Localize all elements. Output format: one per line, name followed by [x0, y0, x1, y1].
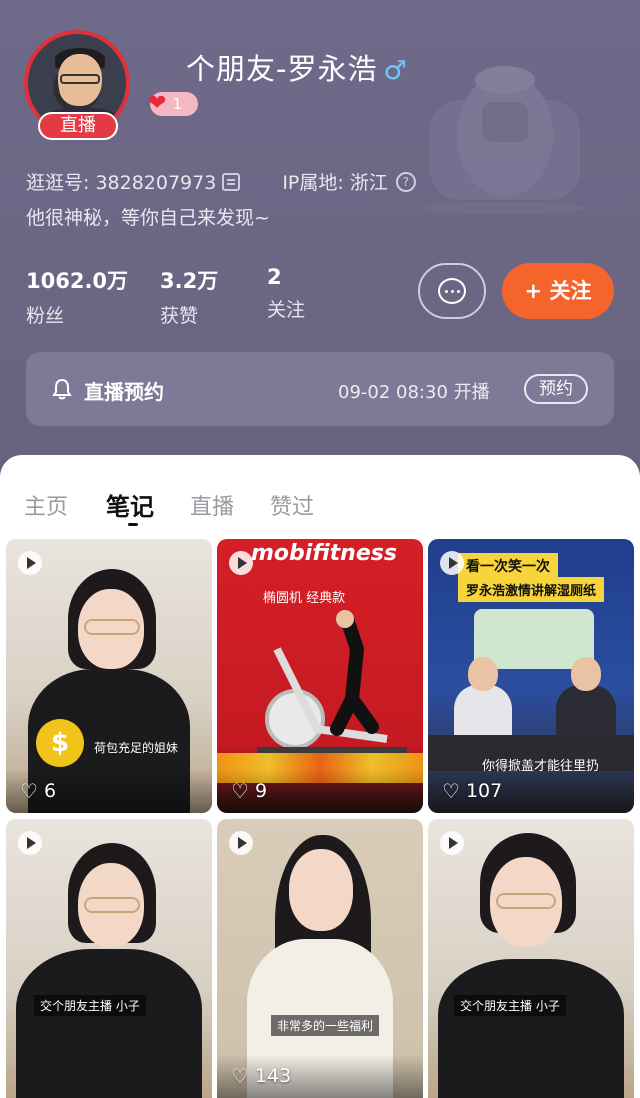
post-card-4[interactable]: 交个朋友主播 小子 — [6, 819, 212, 1098]
stat-label: 获赞 — [160, 305, 199, 327]
post-like-count: ♡ 6 — [20, 779, 57, 803]
live-badge[interactable]: 直播 — [38, 112, 118, 140]
post-headline-1: 看一次笑一次 — [458, 553, 558, 579]
coin-icon: $ — [36, 719, 84, 767]
like-badge-count: 1 — [172, 95, 182, 113]
bell-icon — [52, 378, 72, 400]
user-id: 逛逛号: 3828207973 — [26, 172, 217, 194]
video-play-icon — [229, 551, 253, 575]
heart-icon: ❤ — [148, 91, 167, 116]
live-reservation-title: 直播预约 — [84, 380, 164, 404]
tab-home[interactable]: 主页 — [24, 489, 68, 521]
post-card-6[interactable]: 交个朋友主播 小子 — [428, 819, 634, 1098]
copy-icon[interactable] — [222, 172, 241, 191]
stat-likes[interactable]: 3.2万 获赞 — [160, 265, 218, 328]
stat-value: 2 — [267, 265, 282, 289]
message-button[interactable] — [418, 263, 486, 319]
post-like-count: ♡ 107 — [442, 779, 503, 803]
post-figure — [6, 819, 212, 1098]
like-badge[interactable]: ❤ 1 — [148, 91, 198, 116]
stat-label: 关注 — [267, 299, 306, 321]
mascot-illustration — [425, 66, 585, 214]
tab-live[interactable]: 直播 — [190, 489, 234, 521]
heart-outline-icon: ♡ — [231, 779, 249, 803]
content-panel: 主页 笔记 直播 赞过 $ 荷包充足的姐妹 ♡ 6 mobifitness 椭圆机… — [0, 455, 640, 1098]
profile-bio: 他很神秘，等你自己来发现~ — [26, 207, 270, 229]
username: 个朋友-罗永浩 ♂ — [186, 46, 408, 88]
profile-id-row: 逛逛号: 3828207973 IP属地: 浙江 ? — [26, 168, 416, 195]
live-reservation-time: 09-02 08:30 开播 — [338, 382, 490, 403]
stat-label: 粉丝 — [26, 305, 65, 327]
post-like-count: ♡ 9 — [231, 779, 268, 803]
video-play-icon — [440, 831, 464, 855]
chat-bubble-icon — [438, 278, 466, 304]
tab-liked[interactable]: 赞过 — [270, 489, 314, 521]
profile-avatar[interactable]: 直播 — [24, 30, 130, 140]
heart-outline-icon: ♡ — [442, 779, 460, 803]
post-caption: 非常多的一些福利 — [271, 1015, 380, 1036]
heart-outline-icon: ♡ — [231, 1064, 249, 1088]
post-brand: mobifitness — [251, 541, 397, 566]
post-caption: 交个朋友主播 小子 — [34, 995, 146, 1016]
live-reservation-card[interactable]: 直播预约 09-02 08:30 开播 预约 — [26, 352, 614, 426]
profile-tabs: 主页 笔记 直播 赞过 — [0, 455, 640, 533]
post-card-1[interactable]: $ 荷包充足的姐妹 ♡ 6 — [6, 539, 212, 813]
post-caption: 交个朋友主播 小子 — [454, 995, 566, 1016]
post-figure — [428, 819, 634, 1098]
video-play-icon — [440, 551, 464, 575]
video-play-icon — [18, 831, 42, 855]
stat-value: 3.2万 — [160, 269, 219, 293]
stat-followers[interactable]: 1062.0万 粉丝 — [26, 265, 128, 328]
video-play-icon — [18, 551, 42, 575]
tab-notes[interactable]: 笔记 — [106, 487, 154, 522]
post-card-2[interactable]: mobifitness 椭圆机 经典款 ♡ 9 — [217, 539, 423, 813]
ip-location: IP属地: 浙江 — [282, 172, 388, 194]
stat-following[interactable]: 2 关注 — [267, 265, 305, 322]
heart-outline-icon: ♡ — [20, 779, 38, 803]
stat-value: 1062.0万 — [26, 269, 129, 293]
post-headline-2: 罗永浩激情讲解湿厕纸 — [458, 577, 605, 602]
follow-button[interactable]: + 关注 — [502, 263, 614, 319]
active-tab-indicator — [128, 523, 138, 526]
username-text: 个朋友-罗永浩 — [186, 52, 378, 86]
post-like-count: ♡ 143 — [231, 1064, 292, 1088]
reserve-button[interactable]: 预约 — [524, 374, 588, 404]
male-gender-icon: ♂ — [383, 56, 408, 86]
post-caption: 荷包充足的姐妹 — [94, 741, 179, 755]
post-caption: 椭圆机 经典款 — [263, 591, 346, 606]
video-play-icon — [229, 831, 253, 855]
post-card-3[interactable]: 看一次笑一次 罗永浩激情讲解湿厕纸 你得掀盖才能往里扔 ♡ 107 — [428, 539, 634, 813]
question-icon[interactable]: ? — [395, 171, 416, 192]
post-card-5[interactable]: 非常多的一些福利 ♡ 143 — [217, 819, 423, 1098]
